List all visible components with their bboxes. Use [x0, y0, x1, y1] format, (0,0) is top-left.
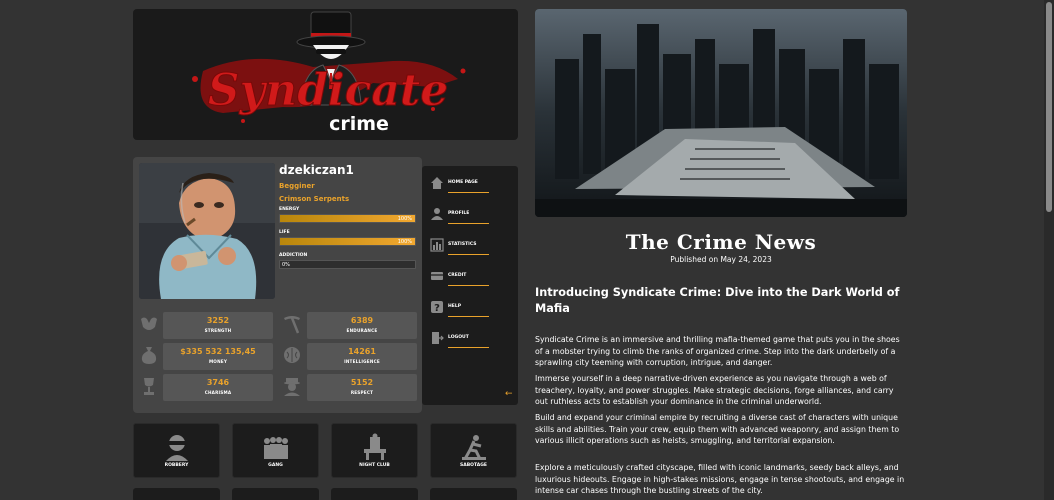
strength-label: STRENGTH	[204, 328, 232, 333]
energy-bar: 100%	[279, 214, 416, 223]
article-paragraph: Build and expand your criminal empire by…	[535, 413, 900, 445]
life-label: LIFE	[279, 230, 290, 235]
money-stat: $335 532 135,45 MONEY	[163, 343, 273, 370]
menu-item-label: HELP	[448, 304, 462, 309]
news-title: The Crime News	[625, 230, 817, 254]
credit-card-icon	[431, 272, 443, 280]
endurance-label: ENDURANCE	[346, 328, 378, 333]
intelligence-stat: 14261 INTELLIGENCE	[307, 343, 417, 370]
logo-panel[interactable]: Syndicate crime	[133, 9, 518, 140]
action-tile-row2[interactable]	[232, 488, 319, 500]
scrollbar-thumb[interactable]	[1046, 2, 1052, 212]
menu-item-statistics[interactable]: STATISTICS	[422, 230, 518, 260]
life-bar: 100%	[279, 237, 416, 246]
menu-item-home-page[interactable]: HOME PAGE	[422, 168, 518, 198]
action-tile-row2[interactable]	[430, 488, 517, 500]
article-paragraph: Syndicate Crime is an immersive and thri…	[535, 335, 900, 367]
logo-title-text: Syndicate	[208, 65, 448, 116]
menu-divider	[448, 223, 489, 224]
profile-card: dzekiczan1 Begginer Crimson Serpents ENE…	[133, 157, 422, 413]
action-label: SABOTAGE	[460, 463, 487, 468]
charisma-value: 3746	[206, 378, 230, 387]
respect-value: 5152	[350, 378, 374, 387]
menu-item-label: LOGOUT	[448, 335, 469, 340]
action-tile-row2[interactable]	[133, 488, 220, 500]
intelligence-label: INTELLIGENCE	[344, 359, 380, 364]
energy-value: 100%	[397, 216, 412, 222]
player-gang[interactable]: Crimson Serpents	[279, 195, 349, 203]
night-club-icon	[364, 433, 386, 460]
action-tile-row2[interactable]	[331, 488, 418, 500]
arrow-left-icon[interactable]: ←	[505, 390, 513, 399]
logo-subtitle-text: crime	[329, 113, 389, 135]
life-bar-fill	[280, 238, 415, 245]
action-label: ROBBERY	[164, 463, 189, 468]
action-night-club[interactable]: NIGHT CLUB	[331, 423, 418, 478]
article-paragraph: Immerse yourself in a deep narrative-dri…	[535, 374, 894, 406]
addiction-bar: 0%	[279, 260, 416, 269]
article-title: Introducing Syndicate Crime: Dive into t…	[535, 286, 900, 315]
charisma-stat: 3746 CHARISMA	[163, 374, 273, 401]
action-label: GANG	[268, 463, 283, 468]
username: dzekiczan1	[279, 163, 354, 177]
syndicate-crime-logo: Syndicate crime	[192, 11, 466, 135]
menu-divider	[448, 316, 489, 317]
menu-divider	[448, 254, 489, 255]
avatar[interactable]	[139, 163, 275, 299]
robber-icon	[166, 435, 188, 461]
menu-item-label: PROFILE	[448, 211, 470, 216]
charisma-label: CHARISMA	[204, 390, 232, 395]
logout-icon	[432, 332, 444, 344]
pickaxe-icon	[281, 313, 303, 335]
action-sabotage[interactable]: SABOTAGE	[430, 423, 517, 478]
home-icon	[431, 177, 443, 189]
menu-item-help[interactable]: ? HELP	[422, 292, 518, 322]
muscle-icon	[138, 313, 160, 335]
chart-icon	[430, 238, 444, 252]
trophy-icon	[138, 375, 160, 397]
menu-item-label: STATISTICS	[448, 242, 477, 247]
respect-label: RESPECT	[350, 390, 374, 395]
strength-value: 3252	[206, 316, 230, 325]
gangster-icon	[281, 375, 303, 397]
money-value: $335 532 135,45	[180, 347, 256, 356]
life-value: 100%	[397, 239, 412, 245]
page-scrollbar[interactable]	[1044, 0, 1054, 500]
money-label: MONEY	[208, 359, 228, 364]
energy-bar-fill	[280, 215, 415, 222]
news-date: Published on May 24, 2023	[670, 255, 772, 264]
intelligence-value: 14261	[348, 347, 376, 356]
news-hero-image	[535, 9, 907, 217]
user-icon	[431, 208, 443, 220]
endurance-stat: 6389 ENDURANCE	[307, 312, 417, 339]
addiction-label: ADDICTION	[279, 253, 308, 258]
respect-stat: 5152 RESPECT	[307, 374, 417, 401]
menu-item-logout[interactable]: LOGOUT	[422, 323, 518, 353]
menu-item-label: CREDIT	[448, 273, 467, 278]
menu-divider	[448, 285, 489, 286]
addiction-value: 0%	[282, 262, 290, 268]
energy-label: ENERGY	[279, 207, 300, 212]
menu-item-profile[interactable]: PROFILE	[422, 199, 518, 229]
gang-icon	[264, 437, 288, 459]
menu-divider	[448, 192, 489, 193]
svg-text:?: ?	[434, 303, 440, 314]
action-robbery[interactable]: ROBBERY	[133, 423, 220, 478]
article-paragraph: Explore a meticulously crafted cityscape…	[535, 463, 905, 495]
strength-stat: 3252 STRENGTH	[163, 312, 273, 339]
brain-icon	[281, 344, 303, 366]
action-gang[interactable]: GANG	[232, 423, 319, 478]
action-label: NIGHT CLUB	[359, 463, 390, 468]
money-bag-icon	[138, 344, 160, 366]
menu-item-credit[interactable]: CREDIT	[422, 261, 518, 291]
player-rank: Begginer	[279, 182, 315, 190]
side-menu: HOME PAGE PROFILE STATISTICS CREDIT ? HE…	[422, 166, 518, 405]
sabotage-icon	[462, 435, 486, 460]
menu-item-label: HOME PAGE	[448, 180, 478, 185]
endurance-value: 6389	[350, 316, 374, 325]
help-icon: ?	[431, 301, 443, 314]
menu-divider	[448, 347, 489, 348]
